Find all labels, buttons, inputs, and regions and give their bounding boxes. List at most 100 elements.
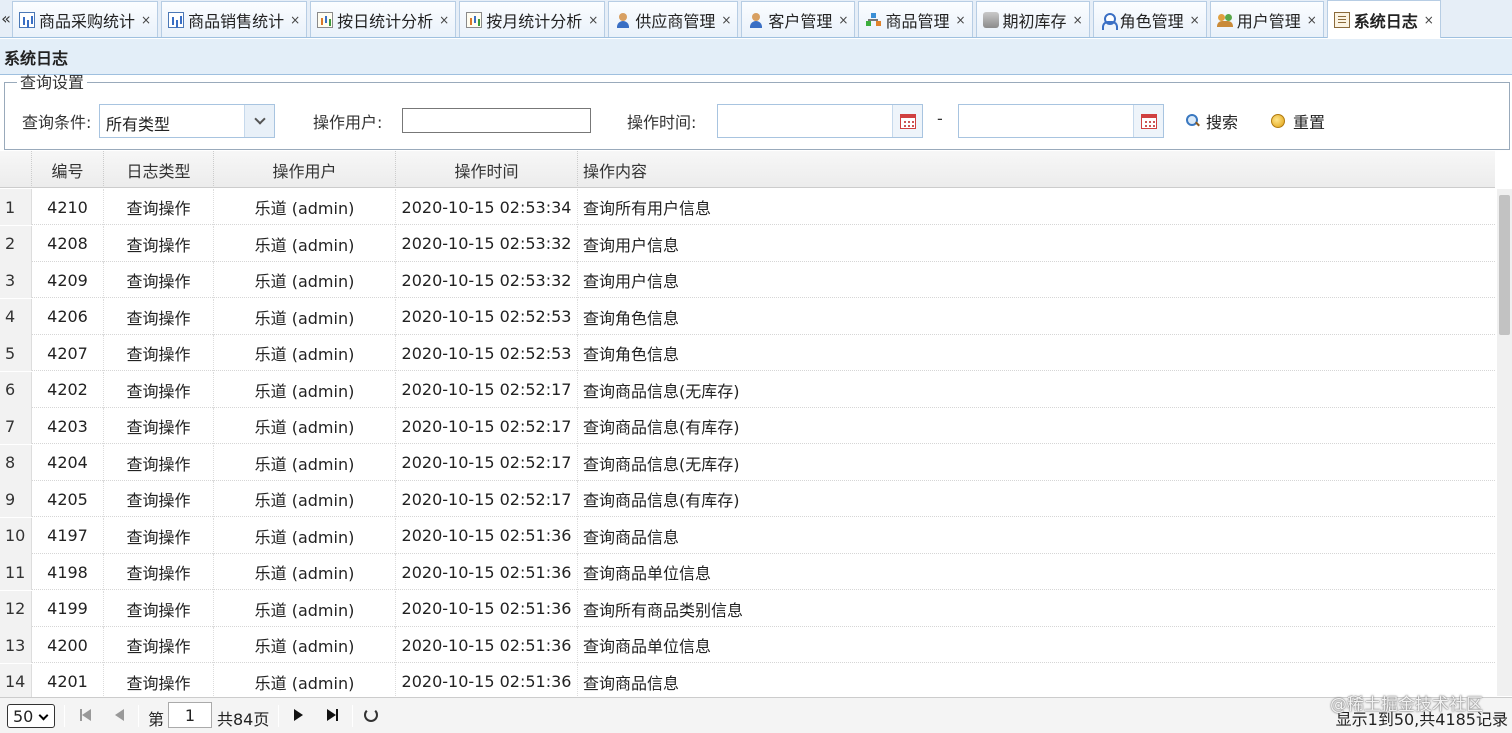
cell-user: 乐道 (admin) — [214, 590, 396, 627]
tab-label: 期初库存 — [1002, 11, 1067, 31]
table-row[interactable]: 14 4201 查询操作 乐道 (admin) 2020-10-15 02:51:36 查… — [0, 663, 1495, 700]
table-row[interactable]: 12 4199 查询操作 乐道 (admin) 2020-10-15 02:51:36 查… — [0, 590, 1495, 627]
cell-user: 乐道 (admin) — [214, 517, 396, 554]
cell-content: 查询所有商品类别信息 — [583, 600, 744, 620]
condition-dropdown-button[interactable] — [244, 105, 274, 137]
close-icon[interactable]: × — [955, 13, 965, 27]
close-icon[interactable]: × — [838, 13, 848, 27]
table-row[interactable]: 1 4210 查询操作 乐道 (admin) 2020-10-15 02:53:34 查询… — [0, 189, 1495, 225]
start-date-input[interactable] — [717, 104, 923, 138]
end-date-input[interactable] — [958, 104, 1164, 138]
pager-separator — [278, 705, 279, 727]
first-page-button[interactable] — [77, 707, 93, 723]
reset-icon — [1271, 114, 1285, 128]
cell-user: 乐道 (admin) — [214, 408, 396, 444]
cell-user: 乐道 (admin) — [214, 554, 396, 590]
document-chart-icon — [466, 11, 483, 28]
cell-user: 乐道 (admin) — [214, 444, 396, 481]
page-number-input[interactable]: 1 — [168, 702, 212, 728]
page-prefix-label: 第 — [148, 710, 165, 729]
cell-id: 4202 — [32, 371, 104, 408]
tab-0[interactable]: 商品采购统计 × — [12, 1, 159, 37]
table-row[interactable]: 9 4205 查询操作 乐道 (admin) 2020-10-15 02:52:17 查询… — [0, 481, 1495, 517]
cell-id: 4197 — [32, 517, 104, 554]
table-row[interactable]: 3 4209 查询操作 乐道 (admin) 2020-10-15 02:53:32 查询… — [0, 262, 1495, 298]
pager-separator — [138, 705, 139, 727]
row-number: 13 — [0, 627, 32, 663]
tab-5[interactable]: 客户管理 × — [741, 1, 856, 37]
tab-4[interactable]: 供应商管理 × — [608, 1, 739, 37]
table-row[interactable]: 13 4200 查询操作 乐道 (admin) 2020-10-15 02:51:36 查… — [0, 627, 1495, 663]
cell-user: 乐道 (admin) — [214, 225, 396, 262]
chart-icon — [168, 11, 185, 28]
vertical-scrollbar[interactable] — [1497, 189, 1512, 696]
tab-6[interactable]: 商品管理 × — [858, 1, 973, 37]
cell-user: 乐道 (admin) — [214, 663, 396, 700]
page-title: 系统日志 — [0, 39, 1512, 75]
next-page-button[interactable] — [290, 707, 306, 723]
cell-time: 2020-10-15 02:52:53 — [396, 335, 578, 371]
table-row[interactable]: 8 4204 查询操作 乐道 (admin) 2020-10-15 02:52:17 查询… — [0, 444, 1495, 481]
tab-2[interactable]: 按日统计分析 × — [310, 1, 457, 37]
cell-content: 查询商品信息(有库存) — [583, 491, 740, 510]
reset-button[interactable]: 重置 — [1271, 109, 1325, 133]
tab-1[interactable]: 商品销售统计 × — [161, 1, 308, 37]
operation-user-input[interactable] — [402, 108, 591, 133]
table-row[interactable]: 6 4202 查询操作 乐道 (admin) 2020-10-15 02:52:17 查询… — [0, 371, 1495, 408]
close-icon[interactable]: × — [1307, 13, 1317, 27]
tab-label: 供应商管理 — [635, 11, 716, 31]
column-header-type[interactable]: 日志类型 — [104, 151, 214, 188]
first-page-arrow-icon — [81, 709, 91, 721]
tab-9[interactable]: 用户管理 × — [1209, 1, 1324, 37]
table-row[interactable]: 10 4197 查询操作 乐道 (admin) 2020-10-15 02:51:36 查… — [0, 517, 1495, 554]
close-icon[interactable]: × — [588, 13, 598, 27]
close-icon[interactable]: × — [1190, 13, 1200, 27]
refresh-button[interactable] — [363, 707, 379, 723]
tab-7[interactable]: 期初库存 × — [975, 1, 1090, 37]
tab-scroll-left-button[interactable]: « — [0, 0, 12, 37]
log-icon — [1333, 11, 1350, 28]
column-header-id[interactable]: 编号 — [32, 151, 104, 188]
table-row[interactable]: 2 4208 查询操作 乐道 (admin) 2020-10-15 02:53:32 查询… — [0, 225, 1495, 262]
pager-separator — [352, 705, 353, 727]
search-button[interactable]: 搜索 — [1186, 109, 1238, 133]
cell-content: 查询用户信息 — [583, 235, 680, 255]
cell-id: 4201 — [32, 663, 104, 700]
row-number: 11 — [0, 554, 32, 590]
cell-type: 查询操作 — [104, 408, 214, 444]
table-row[interactable]: 11 4198 查询操作 乐道 (admin) 2020-10-15 02:51:36 查… — [0, 554, 1495, 590]
previous-page-icon — [114, 709, 124, 721]
tab-8[interactable]: 角色管理 × — [1092, 1, 1207, 37]
cell-time: 2020-10-15 02:52:17 — [396, 481, 578, 517]
time-range-separator: - — [937, 109, 943, 128]
previous-page-button[interactable] — [111, 707, 127, 723]
cell-content: 查询商品信息(无库存) — [583, 381, 740, 401]
last-page-button[interactable] — [324, 707, 340, 723]
cell-time: 2020-10-15 02:51:36 — [396, 663, 578, 700]
cell-content: 查询角色信息 — [583, 308, 680, 328]
column-header-content[interactable]: 操作内容 — [578, 151, 1495, 188]
search-icon — [1186, 114, 1200, 128]
user-label: 操作用户: — [313, 113, 383, 132]
close-icon[interactable]: × — [439, 13, 449, 27]
cell-time: 2020-10-15 02:51:36 — [396, 554, 578, 590]
table-row[interactable]: 7 4203 查询操作 乐道 (admin) 2020-10-15 02:52:17 查询… — [0, 408, 1495, 444]
close-icon[interactable]: × — [141, 13, 151, 27]
cell-time: 2020-10-15 02:53:32 — [396, 225, 578, 262]
close-icon[interactable]: × — [290, 13, 300, 27]
tab-10[interactable]: 系统日志 × — [1326, 0, 1441, 38]
close-icon[interactable]: × — [721, 13, 731, 27]
end-date-picker-button[interactable] — [1133, 105, 1163, 137]
scrollbar-thumb[interactable] — [1499, 195, 1510, 335]
table-row[interactable]: 4 4206 查询操作 乐道 (admin) 2020-10-15 02:52:53 查询… — [0, 298, 1495, 335]
close-icon[interactable]: × — [1073, 13, 1083, 27]
condition-select[interactable]: 所有类型 — [99, 104, 275, 138]
start-date-picker-button[interactable] — [892, 105, 922, 137]
users-icon — [1216, 12, 1233, 28]
tab-3[interactable]: 按月统计分析 × — [459, 1, 606, 37]
page-size-select[interactable]: 50 — [7, 704, 55, 728]
table-row[interactable]: 5 4207 查询操作 乐道 (admin) 2020-10-15 02:52:53 查询… — [0, 335, 1495, 371]
close-icon[interactable]: × — [1424, 13, 1434, 27]
column-header-time[interactable]: 操作时间 — [396, 151, 578, 188]
column-header-user[interactable]: 操作用户 — [214, 151, 396, 188]
